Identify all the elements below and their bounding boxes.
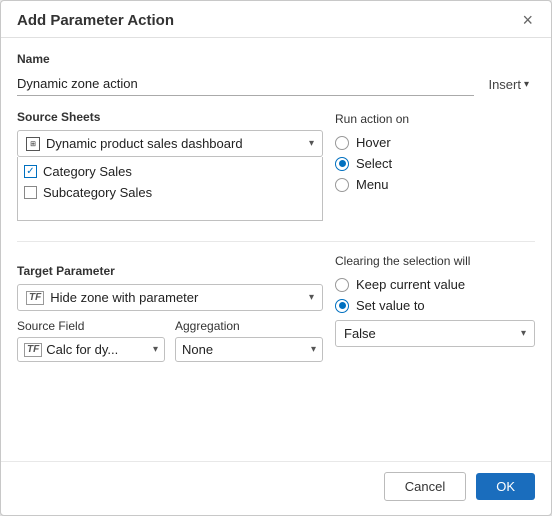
radio-menu[interactable]: Menu (335, 174, 535, 195)
run-action-label: Run action on (335, 112, 535, 126)
radio-select-label: Select (356, 156, 392, 171)
source-field-value: Calc for dy... (46, 342, 149, 357)
dialog-footer: Cancel OK (1, 461, 551, 515)
source-field-tf-icon: TF (24, 343, 42, 357)
target-parameter-caret: ▾ (309, 292, 314, 303)
aggregation-value: None (182, 342, 307, 357)
table-icon: ⊞ (26, 137, 40, 151)
set-value-value: False (344, 326, 517, 341)
clearing-section: Clearing the selection will Keep current… (335, 252, 535, 347)
name-section: Name Insert ▾ (17, 52, 535, 96)
source-sheets-label: Source Sheets (17, 110, 323, 124)
source-field-caret: ▾ (153, 344, 158, 355)
name-label: Name (17, 52, 535, 66)
target-parameter-label: Target Parameter (17, 264, 323, 278)
insert-button[interactable]: Insert ▾ (482, 73, 535, 96)
cancel-button[interactable]: Cancel (384, 472, 466, 501)
source-agg-row: Source Field TF Calc for dy... ▾ Aggrega… (17, 319, 323, 362)
aggregation-dropdown[interactable]: None ▾ (175, 337, 323, 362)
aggregation-caret: ▾ (311, 344, 316, 355)
radio-select[interactable]: Select (335, 153, 535, 174)
dialog-body: Name Insert ▾ Source Sheets ⊞ Dynamic pr… (1, 38, 551, 461)
right-column: Run action on Hover Select Menu (335, 110, 535, 231)
target-parameter-dropdown[interactable]: TF Hide zone with parameter ▾ (17, 284, 323, 311)
radio-menu-indicator (335, 178, 349, 192)
source-field-group: Source Field TF Calc for dy... ▾ (17, 319, 165, 362)
close-button[interactable]: × (520, 11, 535, 29)
set-value-caret: ▾ (521, 328, 526, 339)
dialog-title: Add Parameter Action (17, 12, 174, 29)
radio-keep-current-label: Keep current value (356, 277, 465, 292)
source-field-label: Source Field (17, 319, 165, 333)
sheet-item-subcategory[interactable]: Subcategory Sales (24, 182, 316, 203)
add-parameter-action-dialog: Add Parameter Action × Name Insert ▾ Sou… (0, 0, 552, 516)
name-input[interactable] (17, 72, 474, 96)
source-sheets-value: Dynamic product sales dashboard (46, 136, 303, 151)
radio-keep-current-indicator (335, 278, 349, 292)
target-tf-icon: TF (26, 291, 44, 305)
aggregation-group: Aggregation None ▾ (175, 319, 323, 362)
radio-hover-indicator (335, 136, 349, 150)
set-value-dropdown[interactable]: False ▾ (335, 320, 535, 347)
main-two-col: Source Sheets ⊞ Dynamic product sales da… (17, 110, 535, 231)
target-parameter-value: Hide zone with parameter (50, 290, 303, 305)
radio-select-inner (339, 160, 346, 167)
radio-menu-label: Menu (356, 177, 389, 192)
subcategory-checkbox[interactable] (24, 186, 37, 199)
insert-caret: ▾ (524, 79, 529, 90)
bottom-left-column: Target Parameter TF Hide zone with param… (17, 252, 335, 362)
insert-label: Insert (488, 77, 521, 92)
ok-button[interactable]: OK (476, 473, 535, 500)
category-label: Category Sales (43, 164, 132, 179)
source-sheets-dropdown[interactable]: ⊞ Dynamic product sales dashboard ▾ (17, 130, 323, 157)
dialog-header: Add Parameter Action × (1, 1, 551, 38)
left-column: Source Sheets ⊞ Dynamic product sales da… (17, 110, 335, 231)
source-sheets-caret: ▾ (309, 138, 314, 149)
radio-set-value[interactable]: Set value to (335, 295, 535, 316)
radio-select-indicator (335, 157, 349, 171)
run-action-section: Run action on Hover Select Menu (335, 110, 535, 195)
radio-hover-label: Hover (356, 135, 391, 150)
bottom-two-col: Target Parameter TF Hide zone with param… (17, 252, 535, 362)
radio-set-value-indicator (335, 299, 349, 313)
category-checkbox[interactable]: ✓ (24, 165, 37, 178)
radio-set-value-inner (339, 302, 346, 309)
subcategory-label: Subcategory Sales (43, 185, 152, 200)
radio-set-value-label: Set value to (356, 298, 425, 313)
name-row: Insert ▾ (17, 72, 535, 96)
source-sheets-section: Source Sheets ⊞ Dynamic product sales da… (17, 110, 323, 221)
source-field-dropdown[interactable]: TF Calc for dy... ▾ (17, 337, 165, 362)
sheet-item-category[interactable]: ✓ Category Sales (24, 161, 316, 182)
bottom-right-column: Clearing the selection will Keep current… (335, 252, 535, 362)
sheets-list: ✓ Category Sales Subcategory Sales (17, 157, 323, 221)
aggregation-label: Aggregation (175, 319, 323, 333)
clearing-label: Clearing the selection will (335, 254, 535, 268)
radio-hover[interactable]: Hover (335, 132, 535, 153)
divider-1 (17, 241, 535, 242)
radio-keep-current[interactable]: Keep current value (335, 274, 535, 295)
target-parameter-section: Target Parameter TF Hide zone with param… (17, 264, 323, 311)
